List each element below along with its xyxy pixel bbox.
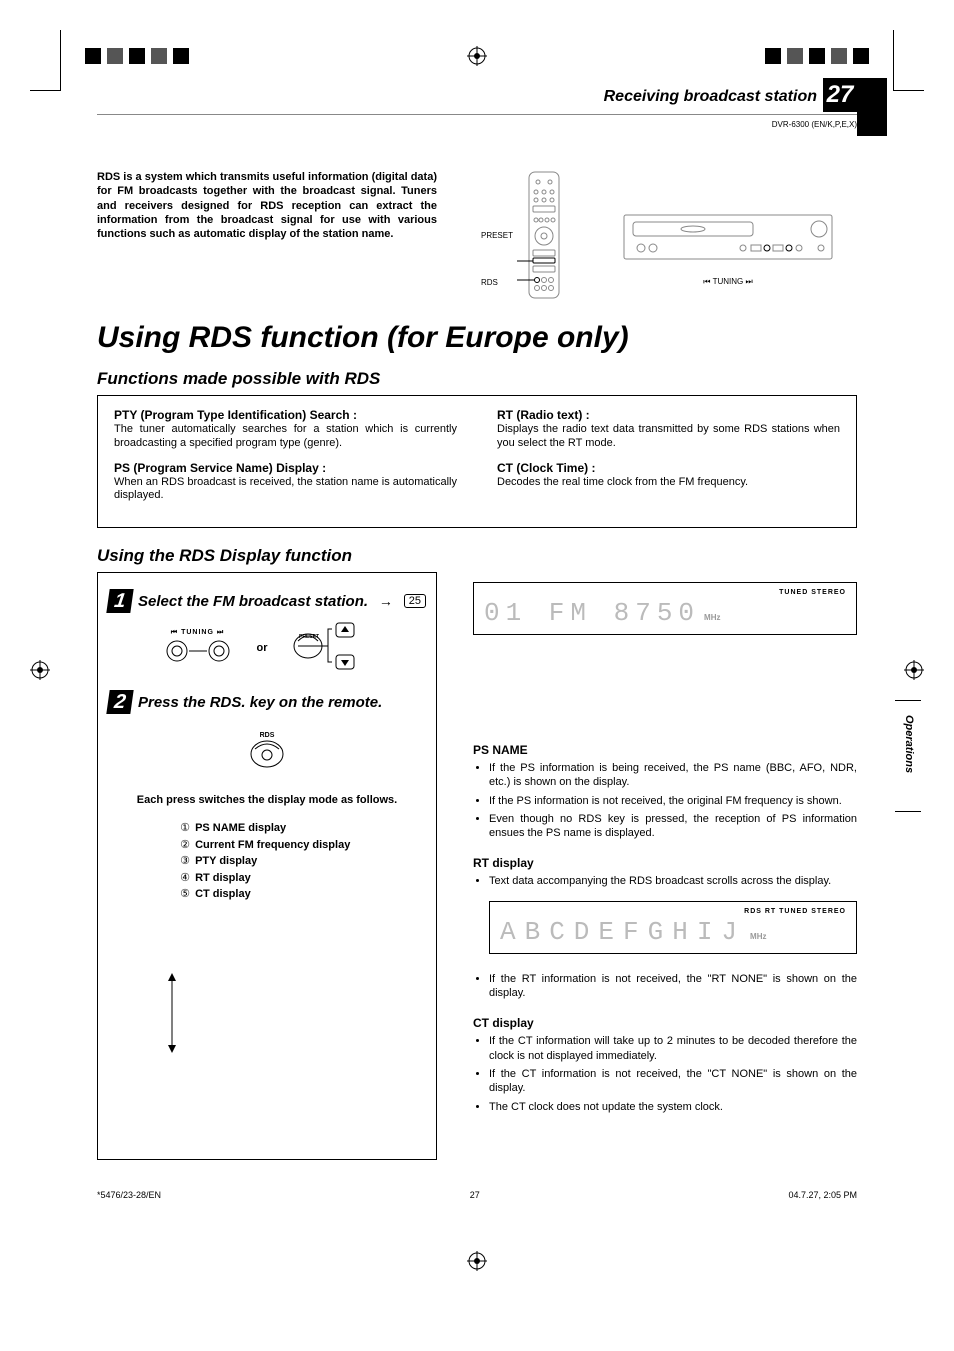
print-registration-top bbox=[0, 0, 954, 90]
footer-right: 04.7.27, 2:05 PM bbox=[788, 1190, 857, 1200]
lcd2-main: ABCDEFGHIJMHz bbox=[500, 917, 846, 947]
or-label: or bbox=[257, 642, 268, 654]
reg-squares-left bbox=[85, 48, 189, 64]
tuning-knobs-icon bbox=[163, 637, 233, 663]
steps-box: 1 Select the FM broadcast station. → 25 … bbox=[97, 572, 437, 1160]
step2-note: Each press switches the display mode as … bbox=[108, 794, 426, 806]
tuning-caption: ⏮ TUNING ⏭ bbox=[623, 277, 833, 287]
crosshair-bottom-icon bbox=[467, 1251, 487, 1271]
side-tab: Operations bbox=[895, 700, 921, 812]
rds-label: RDS bbox=[481, 278, 498, 287]
page-footer: *5476/23-28/EN 27 04.7.27, 2:05 PM bbox=[97, 1190, 857, 1240]
func-ct-title: CT (Clock Time) : bbox=[497, 461, 840, 475]
reg-squares-right bbox=[765, 48, 869, 64]
step2-number: 2 bbox=[106, 690, 133, 714]
step2-title: Press the RDS. key on the remote. bbox=[138, 694, 382, 711]
lcd-display-1: TUNED STEREO 01 FM 8750MHz bbox=[473, 582, 857, 635]
func-pty-title: PTY (Program Type Identification) Search… bbox=[114, 408, 457, 422]
tuning-mini-label: ⏮ TUNING ⏭ bbox=[163, 629, 233, 637]
rds-key-icon-wrap: RDS bbox=[108, 732, 426, 774]
list-item: If the PS information is not received, t… bbox=[489, 794, 857, 808]
section-title: Receiving broadcast station bbox=[604, 88, 817, 106]
rt-title: RT display bbox=[473, 856, 857, 870]
mode-list: ① PS NAME display ② Current FM frequency… bbox=[178, 820, 426, 903]
page-number: 27 bbox=[823, 78, 857, 112]
step1-title: Select the FM broadcast station. bbox=[138, 593, 368, 610]
rds-display-heading: Using the RDS Display function bbox=[97, 546, 437, 566]
footer-left: *5476/23-28/EN bbox=[97, 1190, 161, 1200]
lcd-display-2: RDS RT TUNED STEREO ABCDEFGHIJMHz bbox=[489, 901, 857, 954]
lcd2-indicators: RDS RT TUNED STEREO bbox=[500, 908, 846, 915]
crosshair-right-icon bbox=[904, 660, 924, 680]
func-pty-desc: The tuner automatically searches for a s… bbox=[114, 423, 457, 451]
rds-key-icon bbox=[247, 739, 287, 769]
functions-box: PTY (Program Type Identification) Search… bbox=[97, 395, 857, 528]
page-header: Receiving broadcast station 27 DVR-6300 … bbox=[97, 100, 857, 160]
functions-heading: Functions made possible with RDS bbox=[97, 369, 857, 389]
header-rule bbox=[97, 114, 857, 115]
step2-head: 2 Press the RDS. key on the remote. bbox=[108, 690, 426, 714]
device-diagram: PRESET bbox=[457, 170, 857, 287]
list-item: If the RT information is not received, t… bbox=[489, 972, 857, 1001]
svg-text:PRESET: PRESET bbox=[299, 634, 319, 640]
ct-title: CT display bbox=[473, 1016, 857, 1030]
footer-center: 27 bbox=[470, 1190, 480, 1200]
receiver-icon bbox=[623, 214, 833, 270]
ps-name-title: PS NAME bbox=[473, 743, 857, 757]
list-item: The CT clock does not update the system … bbox=[489, 1100, 857, 1114]
func-ct-desc: Decodes the real time clock from the FM … bbox=[497, 476, 840, 490]
preset-label: PRESET bbox=[481, 231, 513, 240]
func-ps-desc: When an RDS broadcast is received, the s… bbox=[114, 476, 457, 504]
corner-mark-tr bbox=[893, 30, 924, 91]
black-edge-tab bbox=[857, 78, 887, 136]
rds-key-label: RDS bbox=[108, 732, 426, 739]
page-content: Receiving broadcast station 27 DVR-6300 … bbox=[97, 100, 857, 1160]
ps-name-list: If the PS information is being received,… bbox=[489, 761, 857, 840]
intro-paragraph: RDS is a system which transmits useful i… bbox=[97, 170, 437, 287]
func-rt-title: RT (Radio text) : bbox=[497, 408, 840, 422]
list-item: Text data accompanying the RDS broadcast… bbox=[489, 874, 857, 888]
remote-icon bbox=[517, 170, 571, 300]
side-tab-label: Operations bbox=[903, 715, 915, 773]
preset-buttons-icon: PRESET bbox=[292, 621, 372, 671]
list-item: If the CT information is not received, t… bbox=[489, 1067, 857, 1096]
ct-list: If the CT information will take up to 2 … bbox=[489, 1034, 857, 1113]
list-item: If the CT information will take up to 2 … bbox=[489, 1034, 857, 1063]
right-column: TUNED STEREO 01 FM 8750MHz PS NAME If th… bbox=[473, 538, 857, 1160]
rt-list-a: Text data accompanying the RDS broadcast… bbox=[489, 874, 857, 888]
lcd1-indicators: TUNED STEREO bbox=[484, 589, 846, 596]
step1-page-ref: 25 bbox=[404, 594, 426, 608]
crosshair-icon bbox=[467, 46, 487, 66]
list-item: Even though no RDS key is pressed, the r… bbox=[489, 812, 857, 841]
mode-arrow-icon bbox=[168, 973, 176, 1053]
rt-list-b: If the RT information is not received, t… bbox=[489, 972, 857, 1001]
lcd1-main: 01 FM 8750MHz bbox=[484, 598, 846, 628]
func-ps-title: PS (Program Service Name) Display : bbox=[114, 461, 457, 475]
step1-controls: ⏮ TUNING ⏭ or PRESET bbox=[108, 621, 426, 674]
corner-mark-tl bbox=[30, 30, 61, 91]
crosshair-left-icon bbox=[30, 660, 50, 680]
step1-number: 1 bbox=[106, 589, 133, 613]
step1-head: 1 Select the FM broadcast station. → 25 bbox=[108, 589, 426, 613]
func-rt-desc: Displays the radio text data transmitted… bbox=[497, 423, 840, 451]
main-heading: Using RDS function (for Europe only) bbox=[97, 321, 857, 355]
model-code: DVR-6300 (EN/K,P,E,X) bbox=[772, 120, 857, 129]
list-item: If the PS information is being received,… bbox=[489, 761, 857, 790]
